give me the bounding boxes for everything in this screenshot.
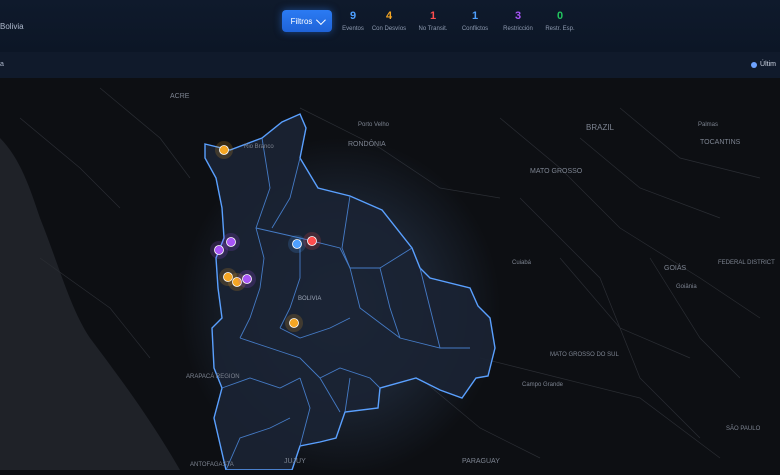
label-rio-branco: Rio Branco — [244, 144, 274, 150]
stat-label: Eventos — [342, 26, 364, 32]
stat-con-desvios[interactable]: 4 Con Desvíos — [370, 10, 408, 32]
label-cuiaba: Cuiabá — [512, 260, 532, 266]
label-paraguay: PARAGUAY — [462, 458, 500, 465]
stat-value: 3 — [514, 10, 522, 22]
top-header: Bolivia Filtros 9 Eventos 4 Con Desvíos … — [0, 0, 780, 53]
last-update[interactable]: Últim — [751, 61, 776, 68]
label-mato-grosso: MATO GROSSO — [530, 168, 583, 175]
event-marker[interactable] — [215, 141, 233, 159]
label-antofagasta: ANTOFAGASTA — [190, 462, 234, 468]
stat-label: Con Desvíos — [371, 26, 407, 32]
event-marker[interactable] — [303, 232, 321, 250]
stat-restr-esp[interactable]: 0 Restr. Esp. — [545, 10, 575, 32]
label-bolivia: BOLIVIA — [298, 296, 321, 302]
label-palmas: Palmas — [698, 122, 718, 128]
label-mato-grosso-sul: MATO GROSSO DO SUL — [550, 352, 619, 358]
label-campo-grande: Campo Grande — [522, 382, 564, 388]
label-arapaca: ARAPACÁ REGION — [186, 373, 240, 380]
label-goiania: Goiânia — [676, 284, 697, 290]
map-canvas[interactable]: ACRE BRAZIL RONDÔNIA MATO GROSSO TOCANTI… — [0, 78, 780, 475]
stat-value: 4 — [385, 10, 393, 22]
event-marker[interactable] — [238, 270, 256, 288]
stat-label: Conflictos — [461, 26, 489, 32]
stat-label: No Transit. — [418, 26, 448, 32]
sub-toolbar: a Últim — [0, 52, 780, 79]
filters-button[interactable]: Filtros — [282, 10, 332, 32]
stat-restriccion[interactable]: 3 Restricción — [501, 10, 535, 32]
stat-label: Restr. Esp. — [545, 26, 575, 32]
label-rondonia: RONDÔNIA — [348, 139, 386, 148]
chevron-down-icon — [316, 14, 327, 25]
event-marker[interactable] — [285, 314, 303, 332]
label-jujuy: JUJUY — [284, 458, 306, 465]
event-marker[interactable] — [210, 241, 228, 259]
filters-label: Filtros — [290, 16, 313, 26]
clock-icon — [751, 61, 758, 68]
label-porto-velho: Porto Velho — [358, 122, 390, 128]
stat-conflictos[interactable]: 1 Conflictos — [460, 10, 490, 32]
subbar-left-text: a — [0, 61, 4, 68]
stat-value: 0 — [556, 10, 564, 22]
label-tocantins: TOCANTINS — [700, 139, 741, 146]
stat-value: 9 — [349, 10, 357, 22]
label-federal-district: FEDERAL DISTRICT — [718, 260, 775, 266]
stat-label: Restricción — [503, 26, 533, 32]
stat-no-transit[interactable]: 1 No Transit. — [416, 10, 450, 32]
label-goias: GOIÁS — [664, 263, 687, 272]
stat-eventos[interactable]: 9 Eventos — [338, 10, 368, 32]
map-svg[interactable]: ACRE BRAZIL RONDÔNIA MATO GROSSO TOCANTI… — [0, 78, 780, 475]
label-sao-paulo: SÃO PAULO — [726, 425, 761, 432]
stat-value: 1 — [429, 10, 437, 22]
last-update-label: Últim — [760, 61, 776, 68]
label-brazil: BRAZIL — [586, 123, 615, 132]
label-acre: ACRE — [170, 93, 190, 100]
brand-text: Bolivia — [0, 22, 24, 31]
stat-value: 1 — [471, 10, 479, 22]
event-marker[interactable] — [288, 235, 306, 253]
